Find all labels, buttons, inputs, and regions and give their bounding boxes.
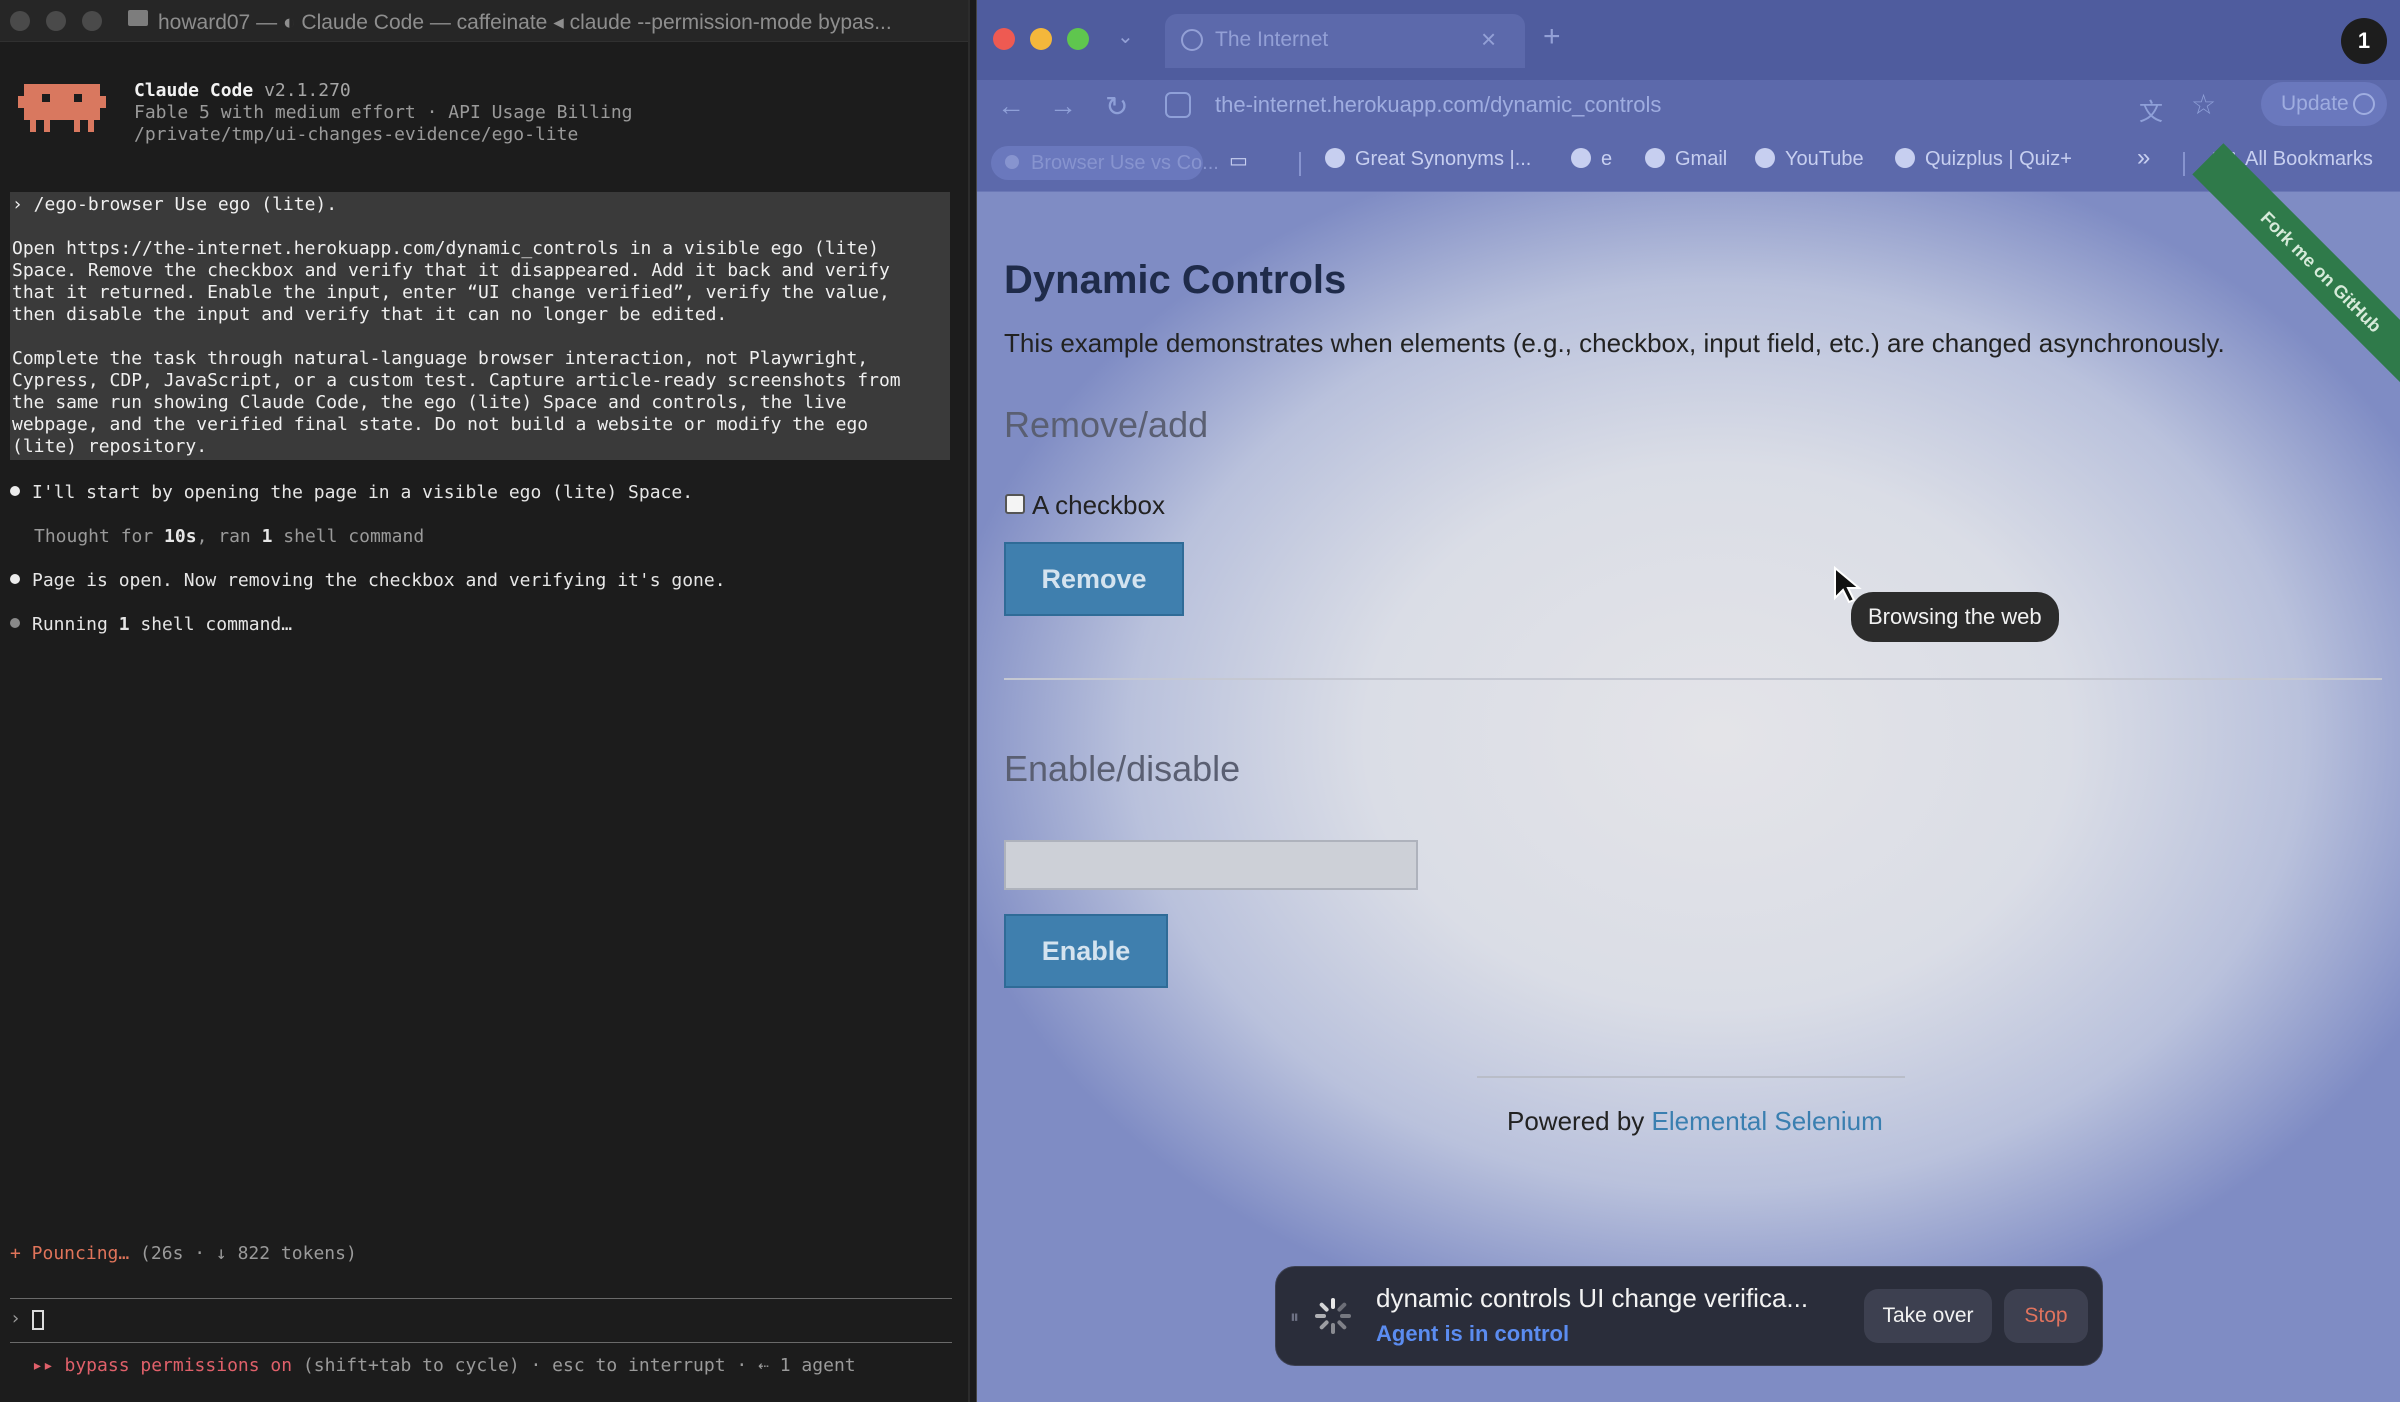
- running-command-line: Running 1 shell command…: [10, 614, 292, 635]
- input-prompt-caret: ›: [10, 1308, 21, 1329]
- browser-window: ⌄ The Internet × + 1 ← → ↻ the-internet.…: [976, 0, 2400, 1402]
- permissions-status: ▸▸ bypass permissions on (shift+tab to c…: [32, 1355, 856, 1376]
- close-window-button[interactable]: [10, 11, 30, 31]
- page-footer: Powered by Elemental Selenium: [1507, 1106, 1883, 1136]
- prompt-line: Space. Remove the checkbox and verify th…: [12, 260, 890, 281]
- update-button[interactable]: Update: [2261, 82, 2387, 126]
- agent-control-bar: ⏸ dynamic controls UI change verifica...…: [1275, 1266, 2103, 1366]
- prompt-input[interactable]: [32, 1310, 44, 1330]
- bookmark-separator: [1299, 152, 1301, 176]
- page-description: This example demonstrates when elements …: [1004, 328, 2225, 358]
- working-directory: /private/tmp/ui-changes-evidence/ego-lit…: [134, 124, 579, 145]
- globe-icon: [1571, 147, 1591, 168]
- agent-task-title: dynamic controls UI change verifica...: [1376, 1283, 1809, 1313]
- text-input-disabled[interactable]: [1004, 840, 1418, 890]
- tab-the-internet[interactable]: The Internet ×: [1165, 14, 1525, 68]
- claude-code-logo-icon: [18, 84, 106, 132]
- footer-divider: [1477, 1076, 1905, 1078]
- bullet-icon: [10, 574, 20, 584]
- back-arrow-icon[interactable]: ←: [997, 90, 1025, 122]
- tab-search-chevron-icon[interactable]: ⌄: [1117, 24, 1134, 49]
- globe-icon: [1755, 147, 1775, 168]
- prompt-line: Open https://the-internet.herokuapp.com/…: [12, 238, 879, 259]
- bookmark-great-synonyms[interactable]: Great Synonyms |...: [1325, 147, 1531, 171]
- bookmark-browser-use[interactable]: Browser Use vs Co...: [991, 146, 1219, 180]
- new-tab-button[interactable]: +: [1543, 20, 1561, 54]
- terminal-window: howard07 — ◐ Claude Code — caffeinate ◂ …: [0, 0, 970, 1402]
- close-window-button[interactable]: [993, 28, 1015, 50]
- agent-tooltip: Browsing the web: [1851, 592, 2059, 642]
- spinner-status: + Pouncing… (26s · ↓ 822 tokens): [10, 1243, 357, 1264]
- globe-icon: [1895, 147, 1915, 168]
- reload-icon[interactable]: ↻: [1105, 90, 1128, 123]
- more-bookmarks-icon[interactable]: »: [2137, 144, 2150, 172]
- assistant-message: Page is open. Now removing the checkbox …: [10, 570, 726, 591]
- globe-icon: [1181, 29, 1203, 51]
- bookmark-e[interactable]: e: [1571, 147, 1612, 171]
- drag-handle-icon[interactable]: ⏸: [1290, 1307, 1299, 1328]
- site-settings-icon[interactable]: [1165, 92, 1191, 118]
- terminal-window-title: howard07 — ◐ Claude Code — caffeinate ◂ …: [158, 11, 892, 34]
- input-divider: [10, 1298, 952, 1299]
- app-version: v2.1.270: [264, 80, 351, 101]
- take-over-button[interactable]: Take over: [1864, 1289, 1992, 1343]
- profile-badge[interactable]: 1: [2341, 18, 2387, 64]
- thought-summary: Thought for 10s, ran 1 shell command: [34, 526, 425, 547]
- terminal-titlebar: howard07 — ◐ Claude Code — caffeinate ◂ …: [0, 0, 968, 42]
- elemental-selenium-link[interactable]: Elemental Selenium: [1652, 1106, 1883, 1136]
- prompt-line: the same run showing Claude Code, the eg…: [12, 392, 847, 413]
- prompt-line: › /ego-browser Use ego (lite).: [12, 194, 338, 215]
- remove-add-heading: Remove/add: [1004, 404, 1209, 445]
- bookmarks-bar: Browser Use vs Co... ▭ Great Synonyms |.…: [977, 134, 2400, 192]
- address-bar[interactable]: the-internet.herokuapp.com/dynamic_contr…: [1215, 92, 1661, 118]
- prompt-line: webpage, and the verified final state. D…: [12, 414, 869, 435]
- enable-disable-heading: Enable/disable: [1004, 748, 1241, 789]
- tab-title: The Internet: [1215, 28, 1329, 51]
- bookmark-star-icon[interactable]: ☆: [2191, 88, 2216, 121]
- bookmark-gmail[interactable]: Gmail: [1645, 147, 1727, 171]
- app-name: Claude Code v2.1.270: [134, 80, 351, 101]
- globe-icon: [1645, 147, 1665, 168]
- assistant-message: I'll start by opening the page in a visi…: [10, 482, 693, 503]
- user-prompt-block: › /ego-browser Use ego (lite). Open http…: [10, 192, 950, 460]
- bookmark-youtube[interactable]: YouTube: [1755, 147, 1864, 171]
- bookmark-separator: [2183, 152, 2185, 176]
- section-divider: [1004, 678, 2382, 680]
- tab-strip: ⌄ The Internet × + 1: [977, 0, 2400, 80]
- folder-icon: [128, 10, 148, 26]
- remove-button[interactable]: Remove: [1004, 542, 1184, 616]
- minimize-window-button[interactable]: [46, 11, 66, 31]
- bullet-icon: [10, 618, 20, 628]
- favicon-icon: [1005, 155, 1019, 169]
- bookmark-quizplus[interactable]: Quizplus | Quiz+: [1895, 147, 2072, 171]
- globe-icon: [1325, 147, 1345, 168]
- prompt-line: Complete the task through natural-langua…: [12, 348, 869, 369]
- input-divider: [10, 1342, 952, 1343]
- page-title: Dynamic Controls: [1004, 258, 1347, 302]
- zoom-window-button[interactable]: [82, 11, 102, 31]
- checkbox[interactable]: [1005, 494, 1025, 514]
- bookmark-label: Browser Use vs Co...: [1031, 152, 1219, 174]
- model-info: Fable 5 with medium effort · API Usage B…: [134, 102, 633, 123]
- profile-icon: [2353, 93, 2375, 115]
- zoom-window-button[interactable]: [1067, 28, 1089, 50]
- agent-status: Agent is in control: [1376, 1321, 1570, 1346]
- prompt-line: then disable the input and verify that i…: [12, 304, 728, 325]
- bullet-icon: [10, 486, 20, 496]
- enable-button[interactable]: Enable: [1004, 914, 1168, 988]
- spinner-icon: [1315, 1298, 1351, 1334]
- forward-arrow-icon[interactable]: →: [1049, 90, 1077, 122]
- bookmarks-folder-icon[interactable]: ▭: [1229, 148, 1248, 173]
- checkbox-label: A checkbox: [1032, 490, 1165, 520]
- web-page-content: Fork me on GitHub Dynamic Controls This …: [977, 143, 2400, 1402]
- prompt-line: Cypress, CDP, JavaScript, or a custom te…: [12, 370, 901, 391]
- tab-close-icon[interactable]: ×: [1481, 24, 1496, 55]
- browser-toolbar: ← → ↻ the-internet.herokuapp.com/dynamic…: [977, 80, 2400, 134]
- prompt-line: (lite) repository.: [12, 436, 208, 457]
- minimize-window-button[interactable]: [1030, 28, 1052, 50]
- translate-icon[interactable]: 文: [2139, 92, 2163, 127]
- stop-button[interactable]: Stop: [2004, 1289, 2088, 1343]
- prompt-line: that it returned. Enable the input, ente…: [12, 282, 890, 303]
